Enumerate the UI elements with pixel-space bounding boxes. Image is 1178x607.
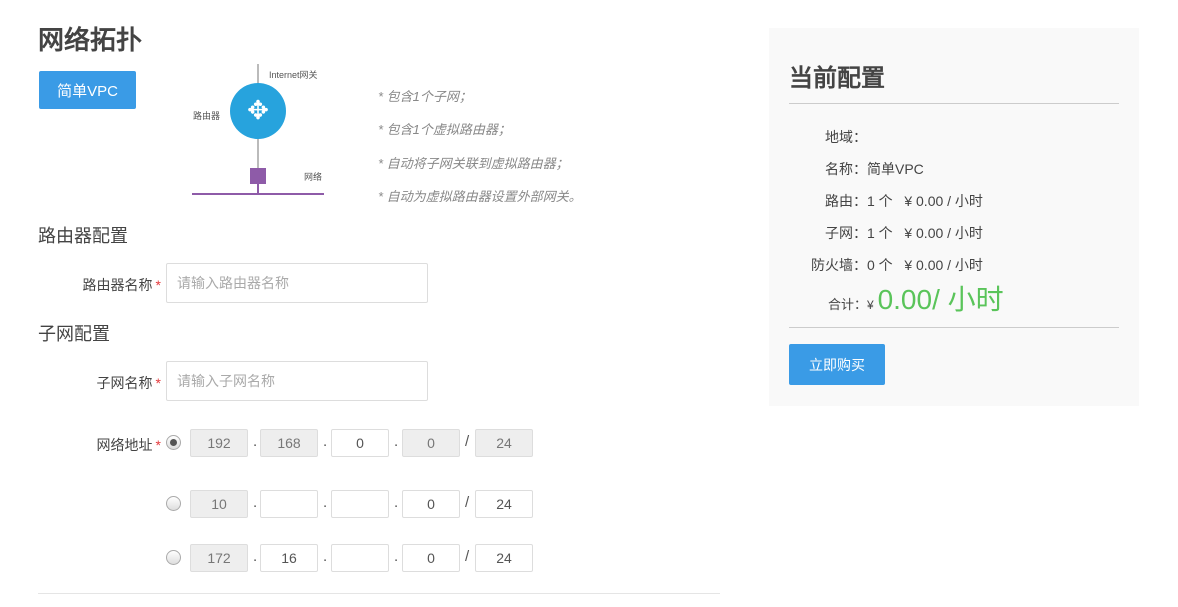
- ip-dot-separator: .: [323, 494, 328, 511]
- address-option-radio[interactable]: [166, 496, 181, 511]
- ip-dot-separator: .: [394, 433, 399, 450]
- ip-dot-separator: .: [394, 494, 399, 511]
- simple-vpc-button[interactable]: 简单VPC: [39, 71, 136, 109]
- config-row-router: 路由：1 个 ¥ 0.00 / 小时: [825, 193, 983, 209]
- ip-octet-input[interactable]: 16: [260, 544, 318, 572]
- ip-octet-input[interactable]: [331, 490, 389, 518]
- config-row-region: 地域：: [825, 129, 867, 145]
- internet-gateway-label: Internet网关: [269, 70, 318, 80]
- router-name-label: 路由器名称 *: [82, 277, 161, 293]
- feature-item: * 包含1个虚拟路由器；: [378, 122, 511, 137]
- config-row-subnet: 子网：1 个 ¥ 0.00 / 小时: [825, 225, 983, 241]
- ip-octet-input[interactable]: 0: [402, 490, 460, 518]
- config-row-firewall: 防火墙：0 个 ¥ 0.00 / 小时: [811, 257, 983, 273]
- mask-separator: /: [465, 433, 470, 450]
- ip-octet-input[interactable]: 0: [331, 429, 389, 457]
- config-title: 当前配置: [789, 65, 885, 92]
- subnet-mask-input[interactable]: 24: [475, 429, 533, 457]
- total-price: 0.00/ 小时: [877, 284, 1004, 315]
- ip-octet-input[interactable]: 10: [190, 490, 248, 518]
- router-name-input[interactable]: [166, 263, 428, 303]
- ip-octet-input[interactable]: 0: [402, 544, 460, 572]
- ip-dot-separator: .: [323, 548, 328, 565]
- ip-octet-input[interactable]: [260, 490, 318, 518]
- ip-dot-separator: .: [253, 433, 258, 450]
- current-config-panel: 当前配置 地域： 名称：简单VPC 路由：1 个 ¥ 0.00 / 小时 子网：…: [769, 28, 1139, 406]
- subnet-name-label: 子网名称 *: [96, 375, 161, 391]
- subnet-mask-input[interactable]: 24: [475, 490, 533, 518]
- address-option-radio[interactable]: [166, 435, 181, 450]
- address-option-radio[interactable]: [166, 550, 181, 565]
- router-label: 路由器: [193, 111, 221, 121]
- subnet-config-heading: 子网配置: [38, 324, 110, 344]
- config-row-name: 名称：简单VPC: [825, 161, 924, 177]
- network-label: 网络: [304, 172, 323, 182]
- buy-now-button[interactable]: 立即购买: [789, 344, 885, 385]
- divider: [789, 327, 1119, 328]
- divider: [38, 593, 720, 594]
- ip-dot-separator: .: [394, 548, 399, 565]
- ip-dot-separator: .: [253, 494, 258, 511]
- subnet-mask-input[interactable]: 24: [475, 544, 533, 572]
- ip-octet-input[interactable]: 0: [402, 429, 460, 457]
- page-title: 网络拓扑: [38, 25, 143, 55]
- ip-octet-input[interactable]: 172: [190, 544, 248, 572]
- feature-item: * 自动为虚拟路由器设置外部网关。: [378, 189, 582, 204]
- feature-item: * 自动将子网关联到虚拟路由器；: [378, 156, 569, 171]
- topology-diagram: Internet网关 ✥ 路由器 网络: [190, 64, 330, 204]
- router-config-heading: 路由器配置: [38, 226, 128, 246]
- mask-separator: /: [465, 548, 470, 565]
- divider: [789, 103, 1119, 104]
- router-icon: ✥: [230, 83, 286, 139]
- network-address-label: 网络地址 *: [96, 437, 161, 453]
- mask-separator: /: [465, 494, 470, 511]
- ip-octet-input[interactable]: 192: [190, 429, 248, 457]
- ip-dot-separator: .: [253, 548, 258, 565]
- feature-item: * 包含1个子网；: [378, 89, 472, 104]
- subnet-name-input[interactable]: [166, 361, 428, 401]
- ip-dot-separator: .: [323, 433, 328, 450]
- ip-octet-input[interactable]: 168: [260, 429, 318, 457]
- ip-octet-input[interactable]: [331, 544, 389, 572]
- config-row-total: 合计：¥ 0.00/ 小时: [827, 284, 1004, 315]
